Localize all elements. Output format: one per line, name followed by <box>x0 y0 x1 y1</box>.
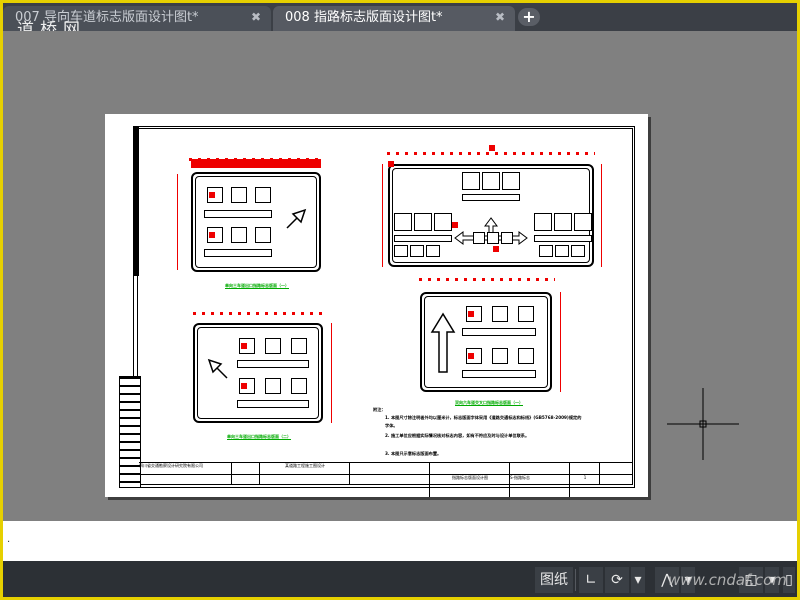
close-icon[interactable]: ✖ <box>495 6 505 29</box>
text-box <box>482 172 500 190</box>
status-bar: 图纸 ∟ ⟳ ▾ ⋀ ▾ ◱ ▾ ▯ www.cndaf.com <box>3 561 797 597</box>
text-bar <box>462 370 536 378</box>
text-bar <box>534 235 592 242</box>
paper-space-button[interactable]: 图纸 <box>535 567 573 593</box>
text-box <box>410 245 424 257</box>
text-bar <box>237 400 309 408</box>
polar-tracking-icon[interactable]: ⟳ <box>605 567 629 593</box>
text-box <box>394 245 408 257</box>
text-box <box>574 213 592 231</box>
tab-008[interactable]: 008 指路标志版面设计图t* ✖ <box>273 6 515 31</box>
new-tab-button[interactable]: + <box>518 8 540 26</box>
text-box <box>255 227 271 243</box>
dropdown-icon[interactable]: ▾ <box>631 567 645 593</box>
text-bar <box>462 194 520 201</box>
text-box <box>539 245 553 257</box>
drawing-number: S-指路标志 <box>509 463 570 497</box>
text-box <box>265 378 281 394</box>
text-box <box>492 306 508 322</box>
tab-label: 008 指路标志版面设计图t* <box>285 10 443 25</box>
text-box <box>534 213 552 231</box>
note-item: 1. 本图尺寸除注明者外均以厘米计，标志版面字体采用《道路交通标志和标线》(GB… <box>385 415 582 428</box>
caption: 双向六车道交叉口指路标志版面（一） <box>455 400 523 405</box>
text-box <box>492 348 508 364</box>
cursor-dot: . <box>7 534 11 545</box>
caption: 单向三车道出口指路标志版面（二） <box>227 434 291 439</box>
revision-table <box>119 376 141 488</box>
text-box <box>487 232 499 244</box>
command-line-area[interactable]: . <box>3 521 797 561</box>
text-box <box>555 245 569 257</box>
text-box <box>571 245 585 257</box>
dimension-line <box>387 152 595 155</box>
text-bar <box>394 235 452 242</box>
note-item: 3. 本图只示意标志版面布置。 <box>385 451 442 456</box>
drawing-title: 指路标志版面设计图 <box>429 463 510 497</box>
text-box <box>462 172 480 190</box>
text-box <box>231 227 247 243</box>
text-box <box>518 348 534 364</box>
arrow-down-left-icon <box>207 358 228 379</box>
watermark-url: www.cndaf.com <box>668 571 787 589</box>
dimension-line <box>189 158 323 161</box>
project-name: 某道路工程施工图设计 <box>259 463 350 485</box>
arrow-up-icon <box>430 312 456 373</box>
dimension-line <box>419 278 555 281</box>
text-box <box>231 187 247 203</box>
binding-strip <box>133 126 139 276</box>
text-box <box>291 378 307 394</box>
text-box <box>554 213 572 231</box>
title-cell <box>231 463 260 485</box>
text-box <box>265 338 281 354</box>
sheet-number: 1 <box>569 463 600 497</box>
close-icon[interactable]: ✖ <box>251 6 261 29</box>
arrow-up-right-icon <box>286 208 307 229</box>
text-bar <box>204 249 272 257</box>
paper-sheet: 单向三车道出口指路标志版面（一） 单向三车道出口指路标志版面（二） 双向六车道交… <box>105 114 648 497</box>
text-box <box>434 213 452 231</box>
text-bar <box>237 360 309 368</box>
note-heading: 附注： <box>373 407 386 412</box>
document-tab-bar: 007 导向车道标志版面设计图t* ✖ 008 指路标志版面设计图t* ✖ + … <box>3 3 797 40</box>
text-box <box>502 172 520 190</box>
company-name: 四川省交通勘察设计研究院有限公司 <box>139 463 203 468</box>
text-box <box>426 245 440 257</box>
crosshair-cursor-icon <box>667 388 739 460</box>
note-item: 2. 施工单位应根据实际情况核对标志内容，如有不符应及时与设计单位联系。 <box>385 433 530 438</box>
dimension-line <box>193 312 323 315</box>
text-box <box>414 213 432 231</box>
text-box <box>518 306 534 322</box>
ortho-icon[interactable]: ∟ <box>579 567 603 593</box>
title-cell <box>599 463 634 485</box>
text-bar <box>462 328 536 336</box>
application-window: 007 导向车道标志版面设计图t* ✖ 008 指路标志版面设计图t* ✖ + … <box>0 0 800 600</box>
title-cell <box>349 463 430 485</box>
text-bar <box>204 210 272 218</box>
text-box <box>291 338 307 354</box>
text-box <box>473 232 485 244</box>
text-box <box>501 232 513 244</box>
text-box <box>255 187 271 203</box>
caption: 单向三车道出口指路标志版面（一） <box>225 283 289 288</box>
text-box <box>394 213 412 231</box>
title-block: 四川省交通勘察设计研究院有限公司 某道路工程施工图设计 指路标志版面设计图 S-… <box>139 462 634 497</box>
